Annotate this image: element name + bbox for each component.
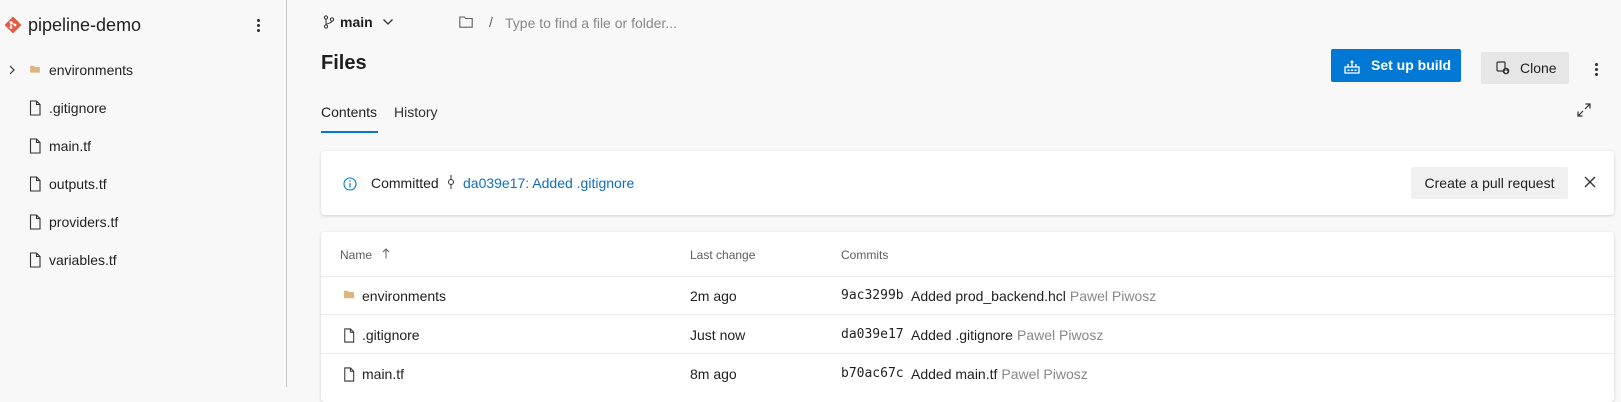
row-commit-info: Added prod_backend.hcl Pawel Piwosz (911, 288, 1156, 304)
row-divider (321, 314, 1614, 315)
row-last-change: 8m ago (690, 366, 737, 382)
tree-item-label: variables.tf (49, 252, 117, 268)
row-commit-info: Added main.tf Pawel Piwosz (911, 366, 1088, 382)
row-commit-hash[interactable]: 9ac3299b (841, 288, 904, 303)
column-header-last-change: Last change (690, 248, 756, 262)
file-icon (29, 214, 41, 230)
path-bar: main / (287, 0, 1621, 46)
file-icon (344, 367, 355, 382)
clone-button[interactable]: Clone (1481, 52, 1569, 84)
commit-link[interactable]: da039e17: Added .gitignore (463, 175, 634, 191)
tree-item-gitignore[interactable]: .gitignore (0, 90, 286, 126)
row-last-change: 2m ago (690, 288, 737, 304)
sort-ascending-icon[interactable] (382, 248, 390, 259)
info-icon (343, 177, 357, 191)
tree-item-label: main.tf (49, 138, 92, 154)
page-title: Files (321, 52, 367, 74)
column-header-commits: Commits (841, 248, 889, 262)
file-icon (29, 138, 41, 154)
file-icon (344, 328, 355, 343)
more-actions-icon[interactable] (1590, 62, 1602, 76)
folder-icon (30, 65, 40, 73)
commit-status: Committed (371, 175, 439, 191)
file-icon (29, 252, 41, 268)
column-header-name[interactable]: Name (340, 248, 372, 262)
branch-icon (323, 15, 335, 29)
tree-item-label: environments (49, 62, 134, 78)
row-name-link[interactable]: main.tf (362, 366, 404, 382)
branch-selector[interactable]: main (340, 14, 373, 30)
row-commit-author: Pawel Piwosz (1069, 288, 1157, 304)
repo-header: pipeline-demo (0, 0, 286, 50)
row-commit-info: Added .gitignore Pawel Piwosz (911, 327, 1103, 343)
row-commit-author: Pawel Piwosz (1016, 327, 1104, 343)
tab-contents[interactable]: Contents (321, 104, 377, 120)
file-icon (29, 176, 41, 192)
repo-logo-icon (4, 16, 22, 34)
row-commit-hash[interactable]: b70ac67c (841, 366, 904, 381)
table-row[interactable]: .gitignore Just now da039e17 Added .giti… (321, 316, 1614, 354)
file-icon (29, 100, 41, 116)
tree-item-providers-tf[interactable]: providers.tf (0, 204, 286, 240)
more-options-icon[interactable] (252, 18, 264, 32)
row-name-link[interactable]: environments (362, 288, 446, 304)
tree-item-label: .gitignore (49, 100, 107, 116)
row-commit-message[interactable]: Added main.tf (911, 366, 997, 382)
tree-item-label: providers.tf (49, 214, 119, 230)
table-row[interactable]: environments 2m ago 9ac3299b Added prod_… (321, 277, 1614, 315)
row-divider (321, 353, 1614, 354)
row-commit-hash[interactable]: da039e17 (841, 327, 904, 342)
row-commit-message[interactable]: Added prod_backend.hcl (911, 288, 1066, 304)
tree-item-environments[interactable]: environments (0, 52, 286, 88)
row-last-change: Just now (690, 327, 746, 343)
chevron-down-icon[interactable] (382, 17, 394, 27)
expand-icon[interactable] (1577, 103, 1591, 117)
build-icon (1344, 60, 1360, 74)
tree-item-outputs-tf[interactable]: outputs.tf (0, 166, 286, 202)
repo-sidebar: pipeline-demo environments .gitignore ma… (0, 0, 287, 387)
commit-banner: Committed da039e17: Added .gitignore Cre… (321, 151, 1614, 215)
files-table: Name Last change Commits environments 2m… (321, 232, 1614, 402)
active-tab-indicator (321, 131, 378, 133)
repo-name[interactable]: pipeline-demo (28, 15, 141, 36)
chevron-right-icon[interactable] (6, 64, 18, 76)
path-search-input[interactable] (503, 10, 805, 36)
files-main: main / Files Set up build Clone Contents… (287, 0, 1621, 402)
folder-icon (343, 290, 355, 299)
setup-build-label: Set up build (1371, 57, 1452, 73)
commit-icon (448, 175, 454, 189)
row-commit-author: Pawel Piwosz (1001, 366, 1088, 382)
tab-history[interactable]: History (394, 104, 438, 120)
path-separator: / (489, 14, 493, 30)
tree-item-variables-tf[interactable]: variables.tf (0, 242, 286, 278)
close-icon[interactable] (1584, 176, 1596, 188)
folder-outline-icon[interactable] (459, 16, 473, 28)
tree-item-label: outputs.tf (49, 176, 107, 192)
row-name-link[interactable]: .gitignore (362, 327, 420, 343)
clone-icon (1496, 61, 1510, 75)
table-row[interactable]: main.tf 8m ago b70ac67c Added main.tf Paw… (321, 355, 1614, 393)
clone-label: Clone (1520, 60, 1557, 76)
setup-build-button[interactable]: Set up build (1331, 49, 1461, 82)
create-pull-request-button[interactable]: Create a pull request (1411, 167, 1568, 199)
row-commit-message[interactable]: Added .gitignore (911, 327, 1013, 343)
tree-item-main-tf[interactable]: main.tf (0, 128, 286, 164)
